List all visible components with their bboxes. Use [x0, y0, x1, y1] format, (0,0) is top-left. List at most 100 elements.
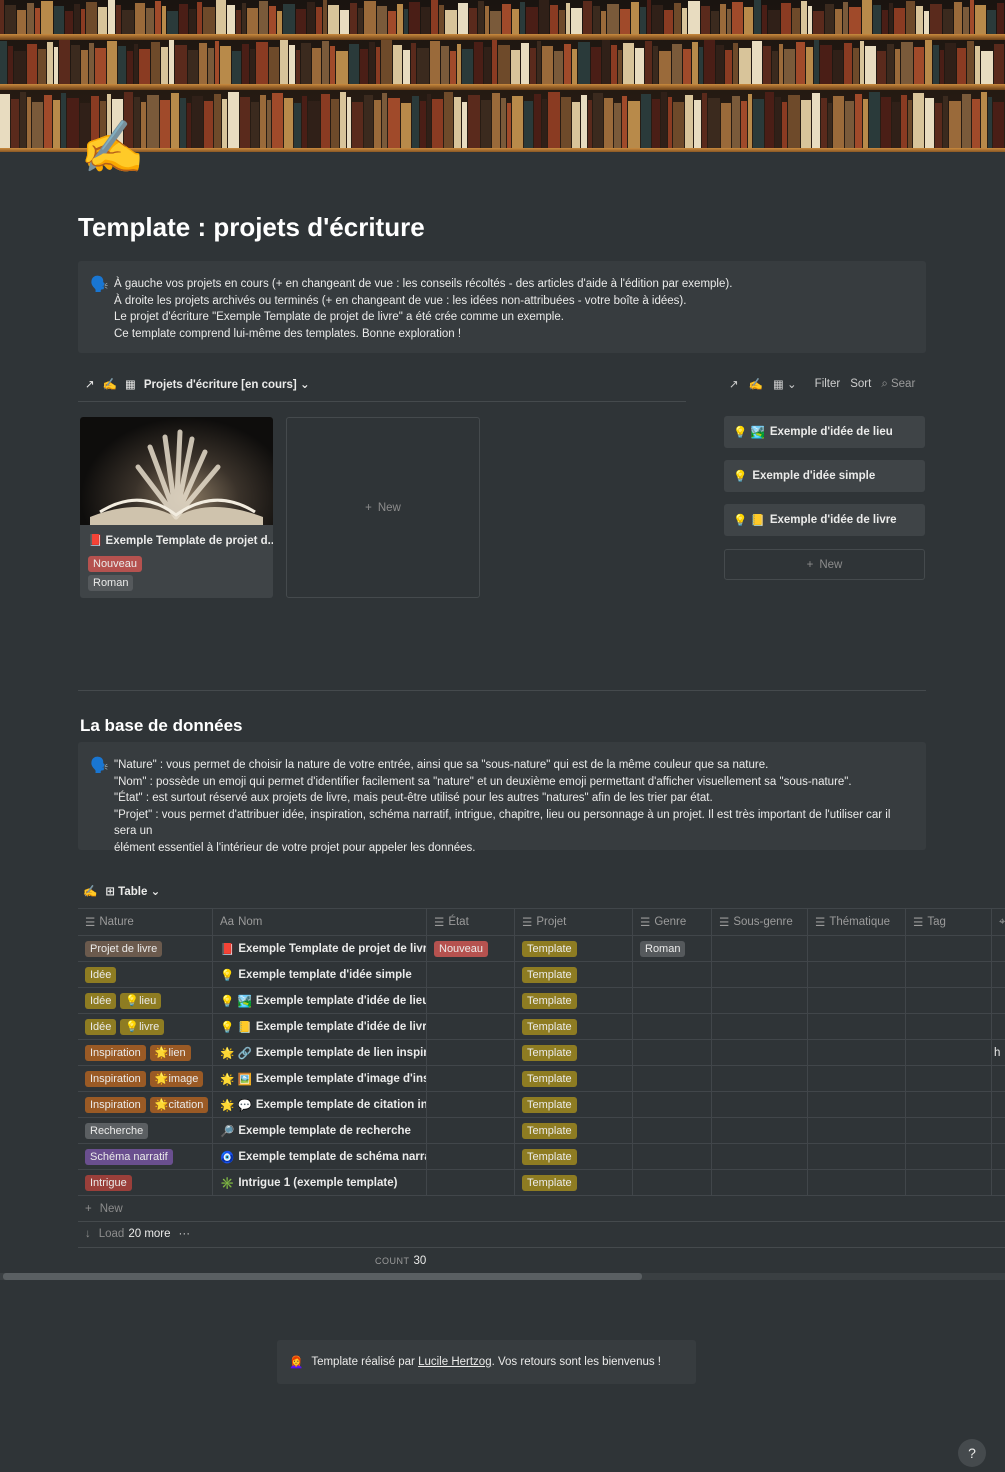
- cell-projet[interactable]: Template: [515, 1066, 633, 1092]
- table-row[interactable]: Projet de livre 📕 Exemple Template de proj…: [78, 936, 1005, 962]
- cell-genre[interactable]: Roman: [633, 936, 712, 962]
- cell-genre[interactable]: [633, 1014, 712, 1040]
- cell-thematique[interactable]: [808, 962, 906, 988]
- column-header-etat[interactable]: ☰ État: [427, 909, 515, 935]
- cell-thematique[interactable]: [808, 1118, 906, 1144]
- cell-etat[interactable]: [427, 1144, 515, 1170]
- cell-nom[interactable]: 🌟 🖼️ Exemple template d'image d'inspi: [213, 1066, 427, 1092]
- open-link-icon[interactable]: ↗: [85, 377, 95, 391]
- database-heading[interactable]: La base de données: [80, 716, 243, 736]
- cell-tag[interactable]: [906, 1092, 992, 1118]
- cell-more[interactable]: [992, 936, 1005, 962]
- cell-etat[interactable]: Nouveau: [427, 936, 515, 962]
- cell-more[interactable]: [992, 1092, 1005, 1118]
- cell-sous-genre[interactable]: [712, 988, 808, 1014]
- cell-thematique[interactable]: [808, 1014, 906, 1040]
- cell-sous-genre[interactable]: [712, 1066, 808, 1092]
- page-icon[interactable]: ✍️: [80, 118, 145, 178]
- cell-genre[interactable]: [633, 1170, 712, 1196]
- cell-genre[interactable]: [633, 1066, 712, 1092]
- cell-nom[interactable]: 💡 🏞️ Exemple template d'idée de lieu: [213, 988, 427, 1014]
- cell-tag[interactable]: [906, 962, 992, 988]
- cell-thematique[interactable]: [808, 936, 906, 962]
- column-header-genre[interactable]: ☰ Genre: [633, 909, 712, 935]
- table-row[interactable]: Intrigue ✳️ Intrigue 1 (exemple template) T…: [78, 1170, 1005, 1196]
- cell-tag[interactable]: [906, 1066, 992, 1092]
- cell-nature[interactable]: Inspiration 🌟lien: [78, 1040, 213, 1066]
- cell-nom[interactable]: 🌟 💬 Exemple template de citation inspi: [213, 1092, 427, 1118]
- column-header-more[interactable]: ⌖: [992, 909, 1005, 935]
- cell-sous-genre[interactable]: [712, 936, 808, 962]
- open-link-icon[interactable]: ↗: [729, 377, 739, 391]
- cell-projet[interactable]: Template: [515, 962, 633, 988]
- author-link[interactable]: Lucile Hertzog: [418, 1356, 492, 1368]
- table-row[interactable]: Idée 💡livre 💡 📒 Exemple template d'idée de …: [78, 1014, 1005, 1040]
- cell-nom[interactable]: 📕 Exemple Template de projet de livre: [213, 936, 427, 962]
- help-button[interactable]: ?: [958, 1439, 986, 1467]
- cell-etat[interactable]: [427, 1092, 515, 1118]
- table-row[interactable]: Inspiration 🌟citation 🌟 💬 Exemple template …: [78, 1092, 1005, 1118]
- column-header-sous-genre[interactable]: ☰ Sous-genre: [712, 909, 808, 935]
- table-row[interactable]: Schéma narratif 🧿 Exemple template de sché…: [78, 1144, 1005, 1170]
- cell-etat[interactable]: [427, 1040, 515, 1066]
- cell-nom[interactable]: 💡 Exemple template d'idée simple: [213, 962, 427, 988]
- sort-button[interactable]: Sort: [850, 378, 871, 390]
- cell-nature[interactable]: Intrigue: [78, 1170, 213, 1196]
- cell-more[interactable]: [992, 988, 1005, 1014]
- cell-thematique[interactable]: [808, 1040, 906, 1066]
- cell-genre[interactable]: [633, 1144, 712, 1170]
- cell-tag[interactable]: [906, 988, 992, 1014]
- cell-projet[interactable]: Template: [515, 988, 633, 1014]
- new-list-item-button[interactable]: + New: [724, 549, 925, 580]
- cell-projet[interactable]: Template: [515, 1118, 633, 1144]
- table-view-selector[interactable]: ⊞ Table ⌄: [105, 884, 160, 898]
- cell-genre[interactable]: [633, 1092, 712, 1118]
- cell-nom[interactable]: 💡 📒 Exemple template d'idée de livre: [213, 1014, 427, 1040]
- cell-tag[interactable]: [906, 936, 992, 962]
- table-row[interactable]: Inspiration 🌟image 🌟 🖼️ Exemple template d'…: [78, 1066, 1005, 1092]
- cell-nom[interactable]: 🧿 Exemple template de schéma narratif: [213, 1144, 427, 1170]
- column-header-tag[interactable]: ☰ Tag: [906, 909, 992, 935]
- column-header-projet[interactable]: ☰ Projet: [515, 909, 633, 935]
- filter-button[interactable]: Filter: [815, 378, 841, 390]
- cell-genre[interactable]: [633, 962, 712, 988]
- cell-etat[interactable]: [427, 962, 515, 988]
- cell-projet[interactable]: Template: [515, 1040, 633, 1066]
- cell-more[interactable]: [992, 962, 1005, 988]
- page-title[interactable]: Template : projets d'écriture: [78, 212, 425, 243]
- cell-nature[interactable]: Projet de livre: [78, 936, 213, 962]
- cell-nature[interactable]: Idée 💡livre: [78, 1014, 213, 1040]
- view-selector[interactable]: Projets d'écriture [en cours] ⌄: [144, 377, 310, 391]
- cell-etat[interactable]: [427, 1118, 515, 1144]
- table-row[interactable]: Idée 💡 Exemple template d'idée simple Templ…: [78, 962, 1005, 988]
- cell-nature[interactable]: Inspiration 🌟image: [78, 1066, 213, 1092]
- cell-nature[interactable]: Inspiration 🌟citation: [78, 1092, 213, 1118]
- cell-sous-genre[interactable]: [712, 1092, 808, 1118]
- cell-etat[interactable]: [427, 1170, 515, 1196]
- idea-item[interactable]: 💡 Exemple d'idée simple: [724, 460, 925, 492]
- cell-tag[interactable]: [906, 1170, 992, 1196]
- cell-thematique[interactable]: [808, 1092, 906, 1118]
- cell-thematique[interactable]: [808, 1066, 906, 1092]
- load-more-button[interactable]: ↓ Load 20 more ···: [85, 1228, 190, 1240]
- cell-genre[interactable]: [633, 1118, 712, 1144]
- table-new-row-button[interactable]: + New: [85, 1203, 123, 1215]
- cell-etat[interactable]: [427, 1014, 515, 1040]
- table-row[interactable]: Idée 💡lieu 💡 🏞️ Exemple template d'idée de …: [78, 988, 1005, 1014]
- idea-item[interactable]: 💡 🏞️ Exemple d'idée de lieu: [724, 416, 925, 448]
- cell-projet[interactable]: Template: [515, 936, 633, 962]
- cell-more[interactable]: [992, 1014, 1005, 1040]
- cell-tag[interactable]: [906, 1144, 992, 1170]
- cell-thematique[interactable]: [808, 1170, 906, 1196]
- search-button[interactable]: ⌕ Sear: [881, 378, 915, 391]
- more-options-icon[interactable]: ···: [179, 1228, 191, 1240]
- horizontal-scrollbar-thumb[interactable]: [3, 1273, 642, 1280]
- gallery-card[interactable]: 📕 Exemple Template de projet d... Nouvea…: [80, 417, 273, 598]
- table-row[interactable]: Recherche 🔎 Exemple template de recherche T…: [78, 1118, 1005, 1144]
- column-header-nature[interactable]: ☰ Nature: [78, 909, 213, 935]
- cell-nom[interactable]: 🌟 🔗 Exemple template de lien inspirant: [213, 1040, 427, 1066]
- cell-more[interactable]: [992, 1118, 1005, 1144]
- cell-sous-genre[interactable]: [712, 962, 808, 988]
- cell-sous-genre[interactable]: [712, 1014, 808, 1040]
- cell-sous-genre[interactable]: [712, 1170, 808, 1196]
